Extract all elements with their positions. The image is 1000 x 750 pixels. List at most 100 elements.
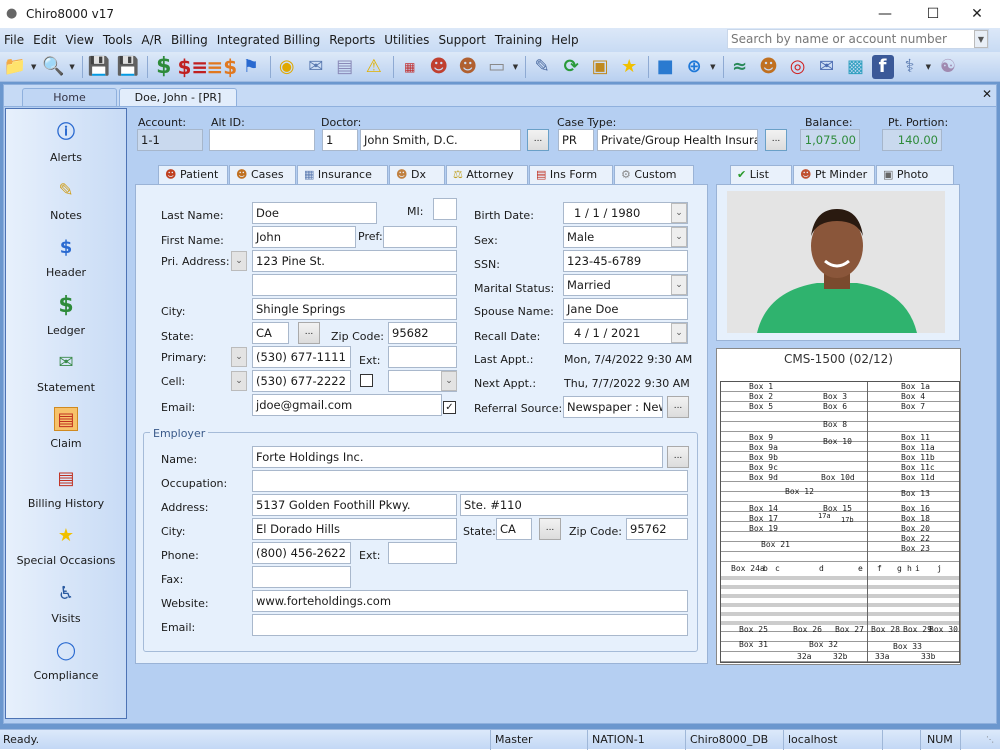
case-type-lookup-button[interactable]: ... [765,129,787,151]
tab-insurance[interactable]: ▦ Insurance [297,165,388,184]
sidebar-item-statement[interactable]: ✉ Statement [6,351,126,394]
refresh-icon[interactable]: ⟳ [558,55,584,79]
ext-input[interactable] [388,346,457,368]
tab-list[interactable]: ✔ List [730,165,792,184]
package-check-icon[interactable]: ▣ [587,55,613,79]
sidebar-item-ledger[interactable]: $ Ledger [6,294,126,338]
mail-server-icon[interactable]: ✉ [303,55,329,79]
dropdown-arrow-icon[interactable]: ▼ [513,63,518,71]
city-input[interactable]: Shingle Springs [252,298,457,320]
state-lookup-button[interactable]: ... [298,322,320,344]
state-input[interactable]: CA [252,322,289,344]
tab-photo[interactable]: ▣ Photo [876,165,954,185]
recall-date-picker[interactable]: 4 / 1 / 2021 [563,322,688,344]
menu-reports[interactable]: Reports [329,33,375,47]
blocks-icon[interactable]: ■ [652,55,678,79]
dropdown-arrow-icon[interactable]: ▼ [926,63,931,71]
resize-grip-icon[interactable]: ⋱ [986,735,994,744]
tab-ins-form[interactable]: ▤ Ins Form [529,165,613,184]
dropdown-arrow-icon[interactable]: ▼ [69,63,74,71]
sidebar-item-claim[interactable]: ▤ Claim [6,407,126,450]
address-line1-input[interactable]: 123 Pine St. [252,250,457,272]
sidebar-item-billing-history[interactable]: ▤ Billing History [6,467,126,510]
menu-training[interactable]: Training [495,33,542,47]
chart-icon[interactable]: ≈ [727,55,753,79]
signature-icon[interactable]: ✎ [529,55,555,79]
employer-city-input[interactable]: El Dorado Hills [252,518,457,540]
primary-phone-type-dropdown[interactable]: ⌄ [231,347,247,367]
dollar-icon[interactable]: $ [151,54,177,79]
doctor-id-input[interactable]: 1 [322,129,358,151]
email-checkbox[interactable]: ✓ [443,401,456,414]
open-search-icon[interactable]: 🔍 [40,55,66,79]
menu-file[interactable]: File [4,33,24,47]
user-card-icon[interactable]: ☻ [455,55,481,79]
employer-zip-input[interactable]: 95762 [626,518,688,540]
email-icon[interactable]: ✉ [814,55,840,79]
save-check-icon[interactable]: 💾 [86,55,112,79]
flag-icon[interactable]: ⚑ [238,55,264,79]
warning-icon[interactable]: ⚠ [361,55,387,79]
user-remove-icon[interactable]: ☻ [426,55,452,79]
ssn-input[interactable]: 123-45-6789 [563,250,688,272]
menu-edit[interactable]: Edit [33,33,56,47]
dollar-statement-icon[interactable]: $≡ [177,55,208,79]
referral-source-input[interactable]: Newspaper : Newsp [563,396,663,418]
emr-icon[interactable]: ⚕ [897,55,923,79]
menu-support[interactable]: Support [438,33,485,47]
employer-address2-input[interactable]: Ste. #110 [460,494,688,516]
sidebar-item-header[interactable]: $ Header [6,236,126,279]
sex-select[interactable]: Male [563,226,688,248]
employer-phone-input[interactable]: (800) 456-2622 [252,542,351,564]
tab-attorney[interactable]: ⚖ Attorney [446,165,528,184]
cell-input[interactable]: (530) 677-2222 [252,370,351,392]
sidebar-item-alerts[interactable]: ⓘ Alerts [6,121,126,164]
address-line2-input[interactable] [252,274,457,296]
zip-input[interactable]: 95682 [388,322,457,344]
calendar-icon[interactable]: ▦ [397,55,423,79]
users-icon[interactable]: ☻ [756,55,782,79]
cell-text-checkbox[interactable] [360,374,373,387]
dropdown-arrow-icon[interactable]: ▼ [31,63,36,71]
facebook-icon[interactable]: f [871,54,894,79]
target-icon[interactable]: ◎ [785,55,811,79]
employer-state-lookup-button[interactable]: ... [539,518,561,540]
menu-billing[interactable]: Billing [171,33,208,47]
tab-home[interactable]: Home [22,88,117,107]
marital-status-select[interactable]: Married [563,274,688,296]
chevron-down-icon[interactable]: ⌄ [671,227,687,247]
birth-date-picker[interactable]: 1 / 1 / 1980 [563,202,688,224]
tab-cases[interactable]: ☻ Cases [229,165,296,184]
save-icon[interactable]: 💾 [115,55,141,79]
spouse-name-input[interactable]: Jane Doe [563,298,688,320]
employer-ext-input[interactable] [388,542,457,564]
case-type-name-input[interactable]: Private/Group Health Insuranc [597,129,758,151]
employer-email-input[interactable] [252,614,688,636]
date-dropdown-icon[interactable]: ⌄ [671,203,687,223]
sidebar-item-notes[interactable]: ✎ Notes [6,179,126,222]
close-button[interactable]: ✕ [954,0,1000,28]
menu-ar[interactable]: A/R [141,33,162,47]
date-dropdown-icon[interactable]: ⌄ [671,323,687,343]
new-folder-icon[interactable]: 📁 [2,55,28,79]
database-icon[interactable]: ☯ [935,55,961,79]
pref-input[interactable] [383,226,457,248]
primary-phone-input[interactable]: (530) 677-1111 [252,346,351,368]
close-tab-icon[interactable]: ✕ [982,87,992,101]
photo-icon[interactable]: ▩ [843,55,869,79]
coin-icon[interactable]: ◉ [274,55,300,79]
cell-type-dropdown[interactable]: ⌄ [231,371,247,391]
cabinet-icon[interactable]: ▤ [332,55,358,79]
menu-help[interactable]: Help [551,33,578,47]
sidebar-item-visits[interactable]: ♿ Visits [6,582,126,625]
patient-search-input[interactable]: Search by name or account number ▼ [727,29,989,49]
employer-address1-input[interactable]: 5137 Golden Foothill Pkwy. [252,494,457,516]
search-dropdown-button[interactable]: ▼ [974,30,988,48]
add-network-icon[interactable]: ⊕ [681,55,707,79]
occupation-input[interactable] [252,470,688,492]
last-name-input[interactable]: Doe [252,202,377,224]
email-input[interactable]: jdoe@gmail.com [252,394,442,416]
tab-pt-minder[interactable]: ☻ Pt Minder [793,165,875,184]
menu-integrated-billing[interactable]: Integrated Billing [217,33,320,47]
menu-tools[interactable]: Tools [103,33,133,47]
